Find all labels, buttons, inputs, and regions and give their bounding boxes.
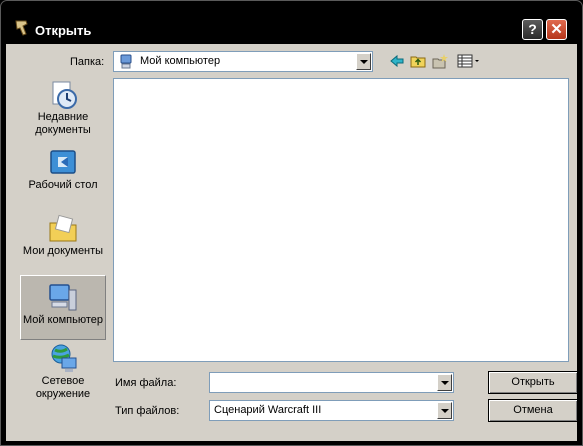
place-my-computer[interactable]: Мой компьютер: [20, 275, 106, 340]
places-bar: Недавние документы Рабочий стол Мои доку…: [20, 77, 106, 405]
folder-label: Папка:: [70, 56, 105, 68]
place-network[interactable]: Сетевое окружение: [20, 343, 106, 405]
file-list[interactable]: [113, 78, 569, 362]
new-folder-icon[interactable]: [432, 53, 448, 69]
place-label: Мои документы: [22, 245, 104, 257]
folder-select[interactable]: Мой компьютер: [113, 51, 373, 72]
title-bar[interactable]: Открыть ? ✕: [1, 1, 582, 41]
my-documents-icon: [49, 214, 77, 242]
back-arrow-icon[interactable]: [389, 53, 405, 69]
filename-input[interactable]: [209, 372, 454, 393]
filetype-label: Тип файлов:: [115, 405, 180, 417]
place-label-line2: документы: [35, 124, 91, 136]
folder-value: Мой компьютер: [140, 55, 221, 67]
window-title: Открыть: [35, 23, 92, 38]
open-button[interactable]: Открыть: [488, 371, 578, 394]
place-my-documents[interactable]: Мои документы: [20, 213, 106, 265]
dialog-body: Папка: Мой компьютер Недавние документы …: [6, 44, 578, 441]
desktop-icon: [50, 150, 76, 174]
network-icon: [51, 344, 77, 372]
place-recent-documents[interactable]: Недавние документы: [20, 79, 106, 141]
help-button[interactable]: ?: [522, 19, 543, 40]
up-folder-icon[interactable]: [410, 53, 426, 69]
cancel-button[interactable]: Отмена: [488, 399, 578, 422]
my-computer-small-icon: [120, 54, 132, 69]
folder-dropdown-arrow[interactable]: [356, 53, 371, 70]
filetype-select[interactable]: Сценарий Warcraft III: [209, 400, 454, 421]
place-desktop[interactable]: Рабочий стол: [20, 147, 106, 197]
place-label: Недавние: [37, 111, 89, 123]
recent-documents-icon: [52, 81, 77, 109]
filetype-dropdown-arrow[interactable]: [437, 402, 452, 419]
place-label: Рабочий стол: [28, 179, 98, 191]
filetype-value: Сценарий Warcraft III: [214, 404, 322, 416]
place-label: Мой компьютер: [22, 314, 104, 326]
view-menu-icon[interactable]: [457, 53, 481, 69]
place-label: Сетевое: [41, 375, 85, 387]
app-icon: [15, 20, 28, 36]
my-computer-icon: [49, 284, 77, 311]
close-button[interactable]: ✕: [546, 19, 567, 40]
filename-label: Имя файла:: [115, 377, 177, 389]
filename-dropdown-arrow[interactable]: [437, 374, 452, 391]
place-label-line2: окружение: [35, 388, 91, 400]
open-dialog-window: Открыть ? ✕ Папка: Мой компьютер Недавни…: [0, 0, 583, 446]
